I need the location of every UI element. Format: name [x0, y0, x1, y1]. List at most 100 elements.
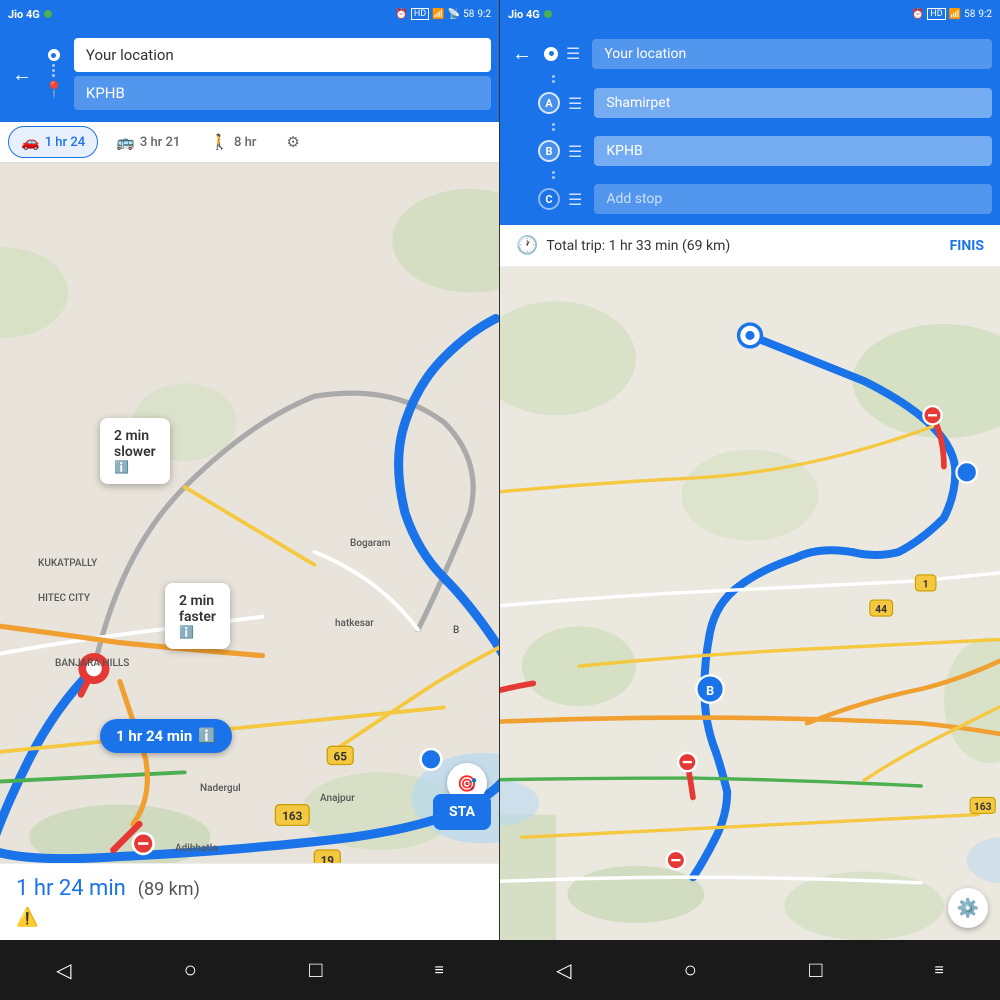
route-dist: (89 km) [138, 879, 200, 900]
back-button-left[interactable]: ← [8, 58, 36, 91]
wifi-icon-right: 📶 [949, 9, 961, 20]
status-bar-left: Jio 4G ⏰ HD 📶 📡 58 9:2 [0, 0, 499, 28]
back-button-right[interactable]: ← [508, 37, 536, 70]
popup-slower-text: 2 minslower [114, 428, 156, 460]
settings-fab-right[interactable]: ⚙️ [948, 888, 988, 928]
map-right: 44 1 163 65 B [500, 267, 1000, 940]
popup-slower: 2 minslower ℹ️ [100, 418, 170, 484]
dest-input-left[interactable]: KPHB [74, 76, 491, 110]
battery-right: 58 [964, 9, 975, 20]
svg-text:163: 163 [974, 800, 992, 813]
stop-a-row: A ☰ Shamirpet [500, 85, 1000, 121]
source-row-right: ← ☰ Your location [500, 34, 1000, 73]
right-screen: Jio 4G ⏰ HD 📶 58 9:2 ← ☰ Your location [500, 0, 1000, 940]
settings-icon-right: ⚙️ [957, 898, 979, 919]
more-icon: ⚙ [286, 133, 299, 151]
label-adibhatla: Adibhatla [175, 843, 218, 854]
stop-b-input[interactable]: KPHB [594, 136, 992, 166]
header-right: ← ☰ Your location A ☰ Shamirpet [500, 28, 1000, 225]
map-svg-right: 44 1 163 65 B [500, 267, 1000, 940]
add-stop-row: C ☰ Add stop [500, 181, 1000, 217]
popup-faster-text: 2 minfaster [179, 593, 216, 625]
nav-bars: ◁ ○ □ ≡ ◁ ○ □ ≡ [0, 940, 1000, 1000]
label-hatkesar: hatkesar [335, 618, 374, 629]
time-right: 9:2 [978, 9, 992, 20]
nav-recent-left[interactable]: □ [301, 949, 330, 991]
label-hitec: HITEC CITY [38, 593, 90, 604]
nav-menu-right[interactable]: ≡ [927, 952, 952, 988]
svg-text:44: 44 [875, 603, 887, 616]
route-time: 1 hr 24 min [16, 876, 126, 901]
nav-bar-left: ◁ ○ □ ≡ [0, 940, 500, 1000]
popup-faster: 2 minfaster ℹ️ [165, 583, 230, 649]
nav-bar-right: ◁ ○ □ ≡ [500, 940, 1000, 1000]
transport-tabs-left: 🚗 1 hr 24 🚌 3 hr 21 🚶 8 hr ⚙ [0, 122, 499, 163]
status-right-left: ⏰ HD 📶 📡 58 9:2 [395, 8, 491, 20]
connector-dots-b [500, 123, 1000, 131]
drag-handle-a: ☰ [568, 94, 582, 113]
popup-slower-info: ℹ️ [114, 460, 156, 474]
tab-walk[interactable]: 🚶 8 hr [198, 127, 268, 157]
time-left: 9:2 [477, 9, 491, 20]
hd-badge-right: HD [927, 8, 945, 20]
left-screen: Jio 4G ⏰ HD 📶 📡 58 9:2 ← [0, 0, 500, 940]
nav-recent-right[interactable]: □ [801, 949, 830, 991]
drag-handle-source: ☰ [566, 44, 580, 63]
dest-pin-icon: 📍 [44, 80, 64, 99]
source-dot-icon [48, 49, 60, 61]
add-stop-input[interactable]: Add stop [594, 184, 992, 214]
signal-icon-left: 📡 [448, 9, 460, 20]
tab-bus[interactable]: 🚌 3 hr 21 [104, 127, 192, 157]
finish-button[interactable]: FINIS [950, 238, 984, 254]
nav-home-left[interactable]: ○ [176, 949, 205, 991]
tab-car-label: 1 hr 24 [45, 135, 85, 150]
nav-home-right[interactable]: ○ [676, 949, 705, 991]
route-summary: 1 hr 24 min (89 km) [16, 876, 483, 901]
alarm-icon-right: ⏰ [912, 9, 924, 20]
label-banjara: BANJARA HILLS [55, 658, 129, 669]
start-button-left[interactable]: STA [433, 794, 491, 830]
label-bogaram: Bogaram [350, 538, 391, 549]
battery-left: 58 [463, 9, 474, 20]
label-anajpur: Anajpur [320, 793, 355, 804]
walk-icon: 🚶 [210, 133, 229, 151]
label-b: B [453, 625, 459, 636]
stop-a-label: A [538, 92, 560, 114]
tab-car[interactable]: 🚗 1 hr 24 [8, 126, 98, 158]
stop-b-row: B ☰ KPHB [500, 133, 1000, 169]
carrier-right: Jio 4G [508, 8, 552, 21]
label-nadergul: Nadergul [200, 783, 241, 794]
popup-faster-info: ℹ️ [179, 625, 216, 639]
duration-info-icon: ℹ️ [198, 728, 215, 744]
bottom-panel-left: 1 hr 24 min (89 km) ⚠️ [0, 863, 499, 940]
tab-more[interactable]: ⚙ [274, 127, 311, 157]
total-trip-bar: 🕐 Total trip: 1 hr 33 min (69 km) FINIS [500, 225, 1000, 267]
drag-handle-b: ☰ [568, 142, 582, 161]
stop-b-label: B [538, 140, 560, 162]
nav-menu-left[interactable]: ≡ [427, 952, 452, 988]
bus-icon: 🚌 [116, 133, 135, 151]
wifi-icon-left: 📶 [432, 9, 444, 20]
nav-back-right[interactable]: ◁ [548, 950, 579, 990]
svg-text:65: 65 [334, 750, 348, 764]
carrier-left: Jio 4G [8, 8, 52, 21]
source-row-left: ← 📍 Your location KPHB [0, 34, 499, 114]
stop-a-input[interactable]: Shamirpet [594, 88, 992, 118]
header-left: ← 📍 Your location KPHB [0, 28, 499, 122]
tab-walk-label: 8 hr [234, 135, 256, 150]
label-kukatpally: KUKATPALLY [38, 558, 97, 569]
hd-badge-left: HD [411, 8, 429, 20]
total-trip-text: Total trip: 1 hr 33 min (69 km) [546, 238, 730, 254]
connector-dots-right [500, 75, 1000, 83]
map-left: 163 19 4 65 KUKATPALLY HITEC CITY BANJAR… [0, 163, 499, 863]
clock-icon: 🕐 [516, 235, 538, 256]
source-input-right[interactable]: Your location [592, 39, 992, 69]
stop-c-label: C [538, 188, 560, 210]
nav-back-left[interactable]: ◁ [48, 950, 79, 990]
connector-dots-c [500, 171, 1000, 179]
source-input-left[interactable]: Your location [74, 38, 491, 72]
svg-text:19: 19 [321, 853, 335, 863]
drag-handle-c: ☰ [568, 190, 582, 209]
svg-text:1: 1 [923, 578, 929, 591]
duration-badge[interactable]: 1 hr 24 min ℹ️ [100, 719, 232, 753]
